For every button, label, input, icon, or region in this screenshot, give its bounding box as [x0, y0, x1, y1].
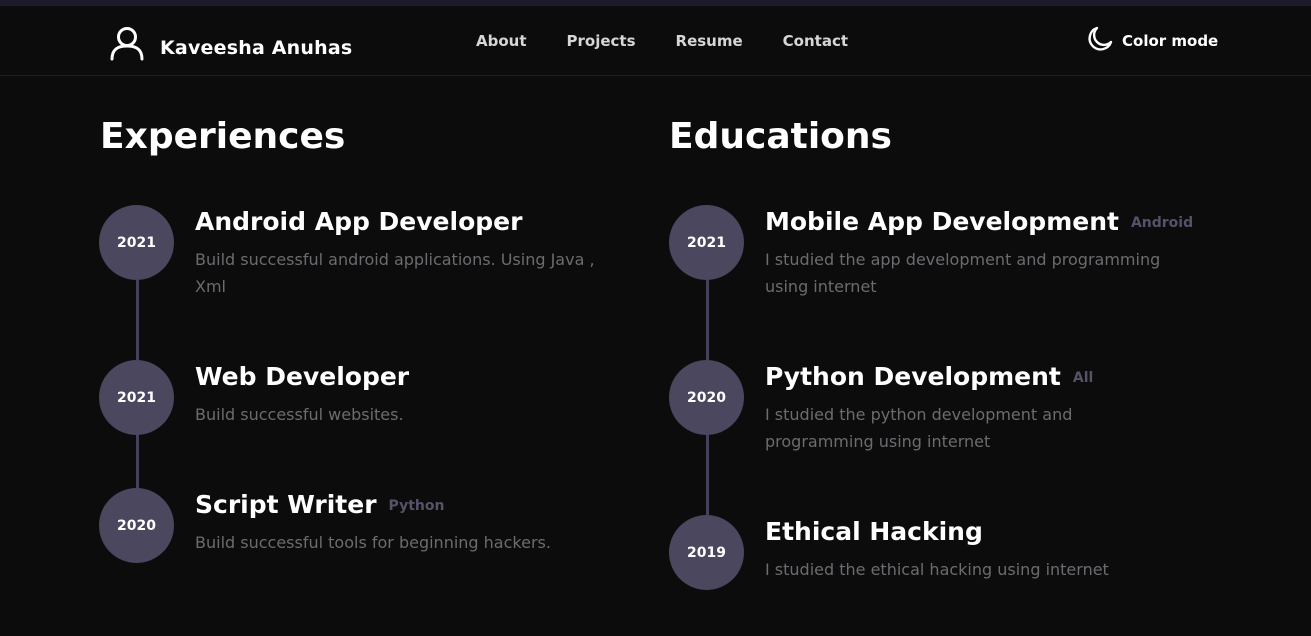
experience-description: Build successful websites.	[195, 405, 404, 424]
experience-description: Build successful android applications. U…	[195, 250, 595, 296]
experience-title-text: Android App Developer	[195, 207, 523, 236]
education-description: I studied the python development and pro…	[765, 405, 1073, 451]
nav-resume[interactable]: Resume	[676, 30, 743, 54]
education-description: I studied the ethical hacking using inte…	[765, 560, 1109, 579]
experience-tag: Python	[388, 498, 445, 514]
educations-title: Educations	[669, 116, 892, 157]
experience-title-text: Script Writer	[195, 490, 377, 519]
timeline-connector	[136, 280, 139, 360]
education-tag: Android	[1130, 215, 1194, 231]
year-badge: 2021	[99, 360, 174, 435]
experience-description: Build successful tools for beginning hac…	[195, 533, 551, 552]
experience-title: Script Writer Python	[195, 489, 444, 522]
timeline-connector	[706, 435, 709, 515]
education-title-text: Mobile App Development	[765, 207, 1119, 236]
education-tag: All	[1072, 370, 1094, 386]
year-badge: 2020	[669, 360, 744, 435]
brand-link[interactable]: Kaveesha Anuhas	[108, 24, 352, 64]
year-badge: 2019	[669, 515, 744, 590]
color-mode-label: Color mode	[1122, 32, 1219, 50]
experiences-title: Experiences	[100, 116, 346, 157]
education-title-text: Python Development	[765, 362, 1061, 391]
color-mode-button[interactable]: Color mode	[1086, 26, 1218, 56]
year-badge: 2021	[669, 205, 744, 280]
education-title-text: Ethical Hacking	[765, 517, 983, 546]
education-title: Mobile App Development Android	[765, 206, 1193, 239]
experience-title: Android App Developer	[195, 206, 522, 238]
education-title: Python Development All	[765, 361, 1093, 394]
brand-name: Kaveesha Anuhas	[160, 37, 353, 59]
navbar: Kaveesha Anuhas About Projects Resume Co…	[0, 6, 1311, 76]
main-nav: About Projects Resume Contact	[476, 30, 884, 54]
timeline-connector	[136, 435, 139, 490]
timeline-connector	[706, 280, 709, 360]
moon-icon	[1086, 25, 1114, 57]
education-title: Ethical Hacking	[765, 516, 983, 548]
nav-contact[interactable]: Contact	[783, 30, 848, 54]
education-description: I studied the app development and progra…	[765, 250, 1161, 296]
nav-projects[interactable]: Projects	[567, 30, 636, 54]
year-badge: 2021	[99, 205, 174, 280]
year-badge: 2020	[99, 488, 174, 563]
experience-title: Web Developer	[195, 361, 409, 393]
experience-title-text: Web Developer	[195, 362, 410, 391]
nav-about[interactable]: About	[476, 30, 527, 54]
user-icon	[108, 25, 146, 63]
